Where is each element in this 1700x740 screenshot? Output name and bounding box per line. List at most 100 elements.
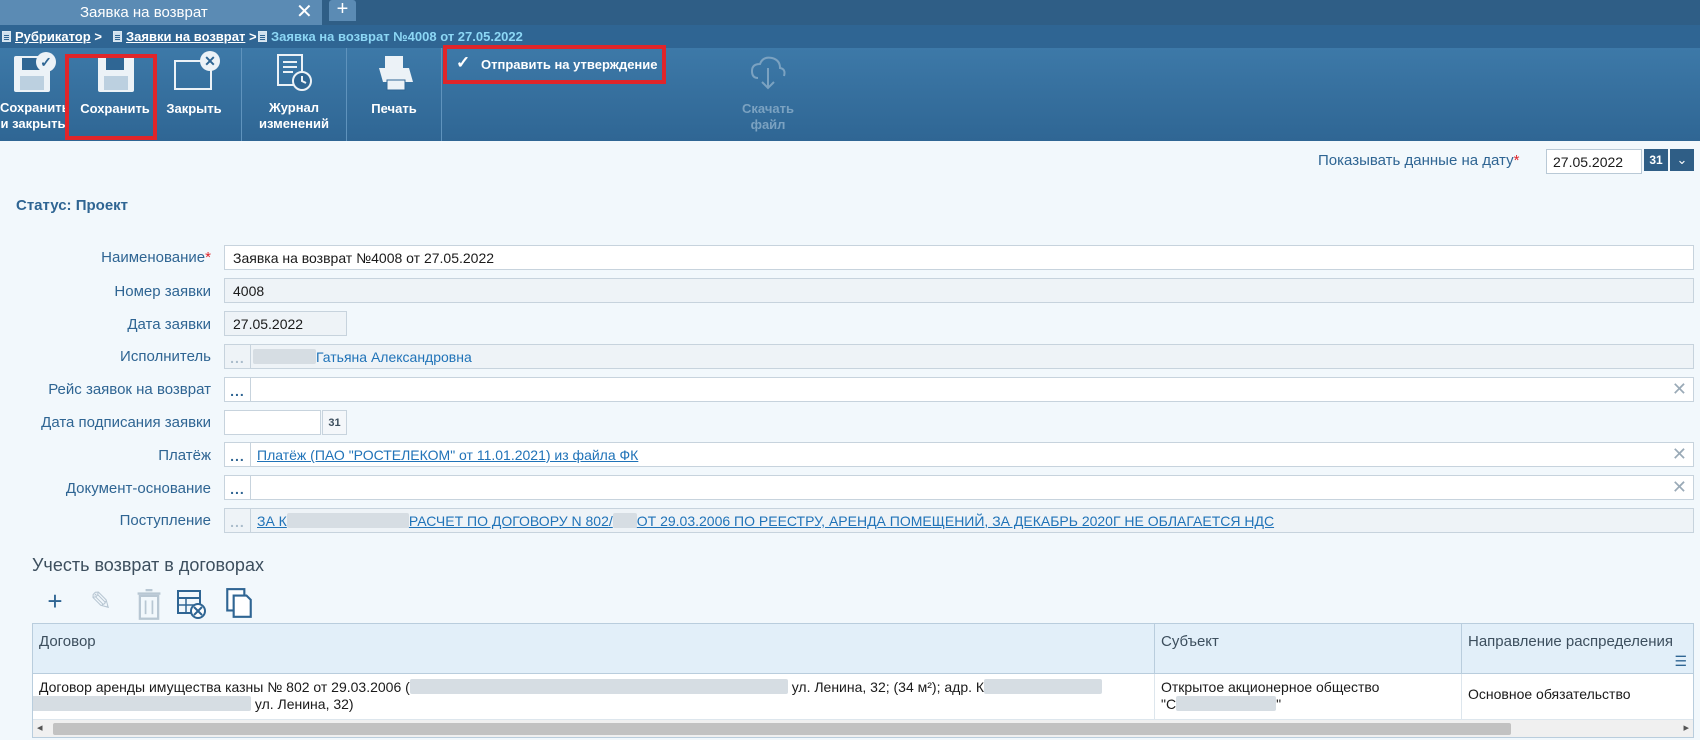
column-header-subject[interactable]: Субъект [1155, 624, 1462, 674]
horizontal-scrollbar[interactable]: ◂ ▸ [33, 719, 1693, 737]
show-data-date-text: Показывать данные на дату [1318, 152, 1514, 169]
show-data-date-input[interactable] [1546, 149, 1642, 174]
payment-field[interactable]: ... Платёж (ПАО "РОСТЕЛЕКОМ" от 11.01.20… [224, 442, 1694, 467]
contract-text-2: ул. Ленина, 32; (34 м²); адр. К [791, 679, 985, 695]
column-header-direction[interactable]: Направление распределения ☰ [1462, 624, 1693, 674]
column-header-direction-text: Направление распределения [1468, 633, 1674, 650]
checkmark-icon: ✓ [456, 53, 471, 72]
receipt-lookup-button[interactable]: ... [225, 509, 251, 532]
name-label: Наименование* [101, 249, 211, 266]
redacted-block [286, 513, 409, 528]
basis-document-lookup-button[interactable]: ... [225, 476, 251, 499]
chevron-down-icon[interactable]: ⌄ [1670, 149, 1694, 171]
status-label: Статус: Проект [16, 197, 129, 214]
breadcrumb-link-rubricator[interactable]: Рубрикатор [15, 29, 91, 44]
basis-document-clear-icon[interactable]: ✕ [1672, 477, 1687, 498]
download-file-label: Скачать файл [742, 101, 794, 132]
basis-document-field[interactable]: ... ✕ [224, 475, 1694, 500]
executor-lookup-button[interactable]: ... [225, 345, 251, 368]
contract-line-2: ул. Ленина, 32) [33, 696, 1148, 713]
table-clear-icon[interactable] [176, 588, 206, 620]
print-button[interactable]: Печать [352, 48, 436, 141]
save-button[interactable]: Сохранить [70, 48, 160, 141]
tab-title: Заявка на возврат [80, 4, 208, 21]
redacted-block [409, 679, 788, 694]
calendar-icon[interactable]: 31 [322, 410, 347, 435]
copy-icon[interactable] [224, 587, 254, 619]
receipt-text-1: ЗА К [257, 513, 287, 529]
save-label: Сохранить [80, 101, 150, 116]
direction-cell: Основное обязательство [1468, 686, 1631, 702]
close-button[interactable]: ✕ Закрыть [160, 48, 228, 141]
executor-label: Исполнитель [120, 348, 211, 365]
executor-field[interactable]: ... Гатьяна Александровна [224, 344, 1694, 369]
edit-icon[interactable]: ✎ [86, 586, 116, 618]
redacted-block [253, 349, 316, 364]
trip-lookup-button[interactable]: ... [225, 378, 251, 401]
subject-text-1: "С [1161, 696, 1177, 712]
column-menu-icon[interactable]: ☰ [1674, 653, 1687, 670]
close-label: Закрыть [166, 101, 222, 116]
scroll-left-icon[interactable]: ◂ [37, 721, 43, 734]
tab-active[interactable]: Заявка на возврат ✕ [0, 0, 322, 25]
add-icon[interactable]: + [40, 586, 70, 618]
contracts-table: Договор Субъект Направление распределени… [32, 623, 1694, 738]
sign-date-label: Дата подписания заявки [41, 414, 211, 431]
send-for-approval-button[interactable]: ✓ Отправить на утверждение [446, 50, 663, 81]
receipt-link[interactable]: ЗА К РАСЧЕТ ПО ДОГОВОРУ N 802/ОТ 29.03.20… [257, 513, 1274, 529]
contract-line-1: Договор аренды имущества казны № 802 от … [39, 679, 1148, 696]
download-file-button[interactable]: Скачать файл [726, 48, 810, 141]
calendar-icon[interactable]: 31 [1644, 149, 1668, 171]
checkmark-icon: ✓ [36, 52, 56, 72]
breadcrumb-item-current: Заявка на возврат №4008 от 27.05.2022 [258, 29, 523, 44]
send-for-approval-label: Отправить на утверждение [481, 57, 658, 72]
contract-cell: Договор аренды имущества казны № 802 от … [33, 674, 1155, 719]
payment-link[interactable]: Платёж (ПАО "РОСТЕЛЕКОМ" от 11.01.2021) … [257, 447, 638, 463]
change-journal-button[interactable]: Журнал изменений [250, 48, 338, 141]
redacted-block [612, 513, 637, 528]
required-marker: * [205, 249, 211, 266]
toolbar-divider [346, 48, 347, 141]
sign-date-field[interactable] [224, 410, 321, 435]
print-label: Печать [371, 101, 417, 116]
breadcrumb: Рубрикатор > Заявки на возврат > Заявка … [0, 25, 1700, 48]
save-and-close-button[interactable]: ✓ Сохранить и закрыть [0, 48, 70, 141]
receipt-label: Поступление [119, 512, 211, 529]
scrollbar-thumb[interactable] [53, 723, 1511, 735]
payment-label: Платёж [158, 447, 211, 464]
receipt-field[interactable]: ... ЗА К РАСЧЕТ ПО ДОГОВОРУ N 802/ОТ 29.0… [224, 508, 1694, 533]
breadcrumb-item-rubricator[interactable]: Рубрикатор > [2, 29, 102, 44]
trip-clear-icon[interactable]: ✕ [1672, 379, 1687, 400]
required-marker: * [1513, 152, 1520, 169]
column-header-contract[interactable]: Договор [33, 624, 1155, 674]
contracts-section-title: Учесть возврат в договорах [32, 555, 264, 575]
request-date-label: Дата заявки [127, 316, 211, 333]
tab-close-icon[interactable]: ✕ [296, 1, 313, 23]
breadcrumb-item-requests[interactable]: Заявки на возврат > [113, 29, 257, 44]
number-field[interactable] [224, 278, 1694, 303]
journal-clock-icon [277, 54, 312, 91]
payment-lookup-button[interactable]: ... [225, 443, 251, 466]
tab-bar: Заявка на возврат ✕ + [0, 0, 1700, 25]
printer-icon [379, 56, 413, 91]
executor-name: Гатьяна Александровна [316, 349, 472, 365]
name-label-text: Наименование [101, 249, 206, 266]
subject-text-2: " [1276, 696, 1282, 712]
breadcrumb-separator: > [94, 29, 102, 44]
table-row[interactable]: Договор аренды имущества казны № 802 от … [33, 674, 1693, 719]
payment-clear-icon[interactable]: ✕ [1672, 444, 1687, 465]
trip-field[interactable]: ... ✕ [224, 377, 1694, 402]
breadcrumb-link-requests[interactable]: Заявки на возврат [126, 29, 245, 44]
name-field[interactable] [224, 245, 1694, 270]
contract-text-3: ул. Ленина, 32) [254, 696, 354, 712]
request-date-field[interactable] [224, 311, 347, 336]
trash-icon[interactable] [134, 589, 164, 621]
toolbar-divider [241, 48, 242, 141]
tab-add-button[interactable]: + [329, 0, 356, 21]
show-data-date-label: Показывать данные на дату* [1318, 152, 1519, 169]
change-journal-label: Журнал изменений [259, 100, 329, 131]
trip-label: Рейс заявок на возврат [48, 381, 211, 398]
subject-cell: Открытое акционерное общество "С " [1155, 674, 1462, 719]
receipt-text-3: ОТ 29.03.2006 ПО РЕЕСТРУ, АРЕНДА ПОМЕЩЕН… [636, 513, 1275, 529]
scroll-right-icon[interactable]: ▸ [1683, 721, 1689, 734]
